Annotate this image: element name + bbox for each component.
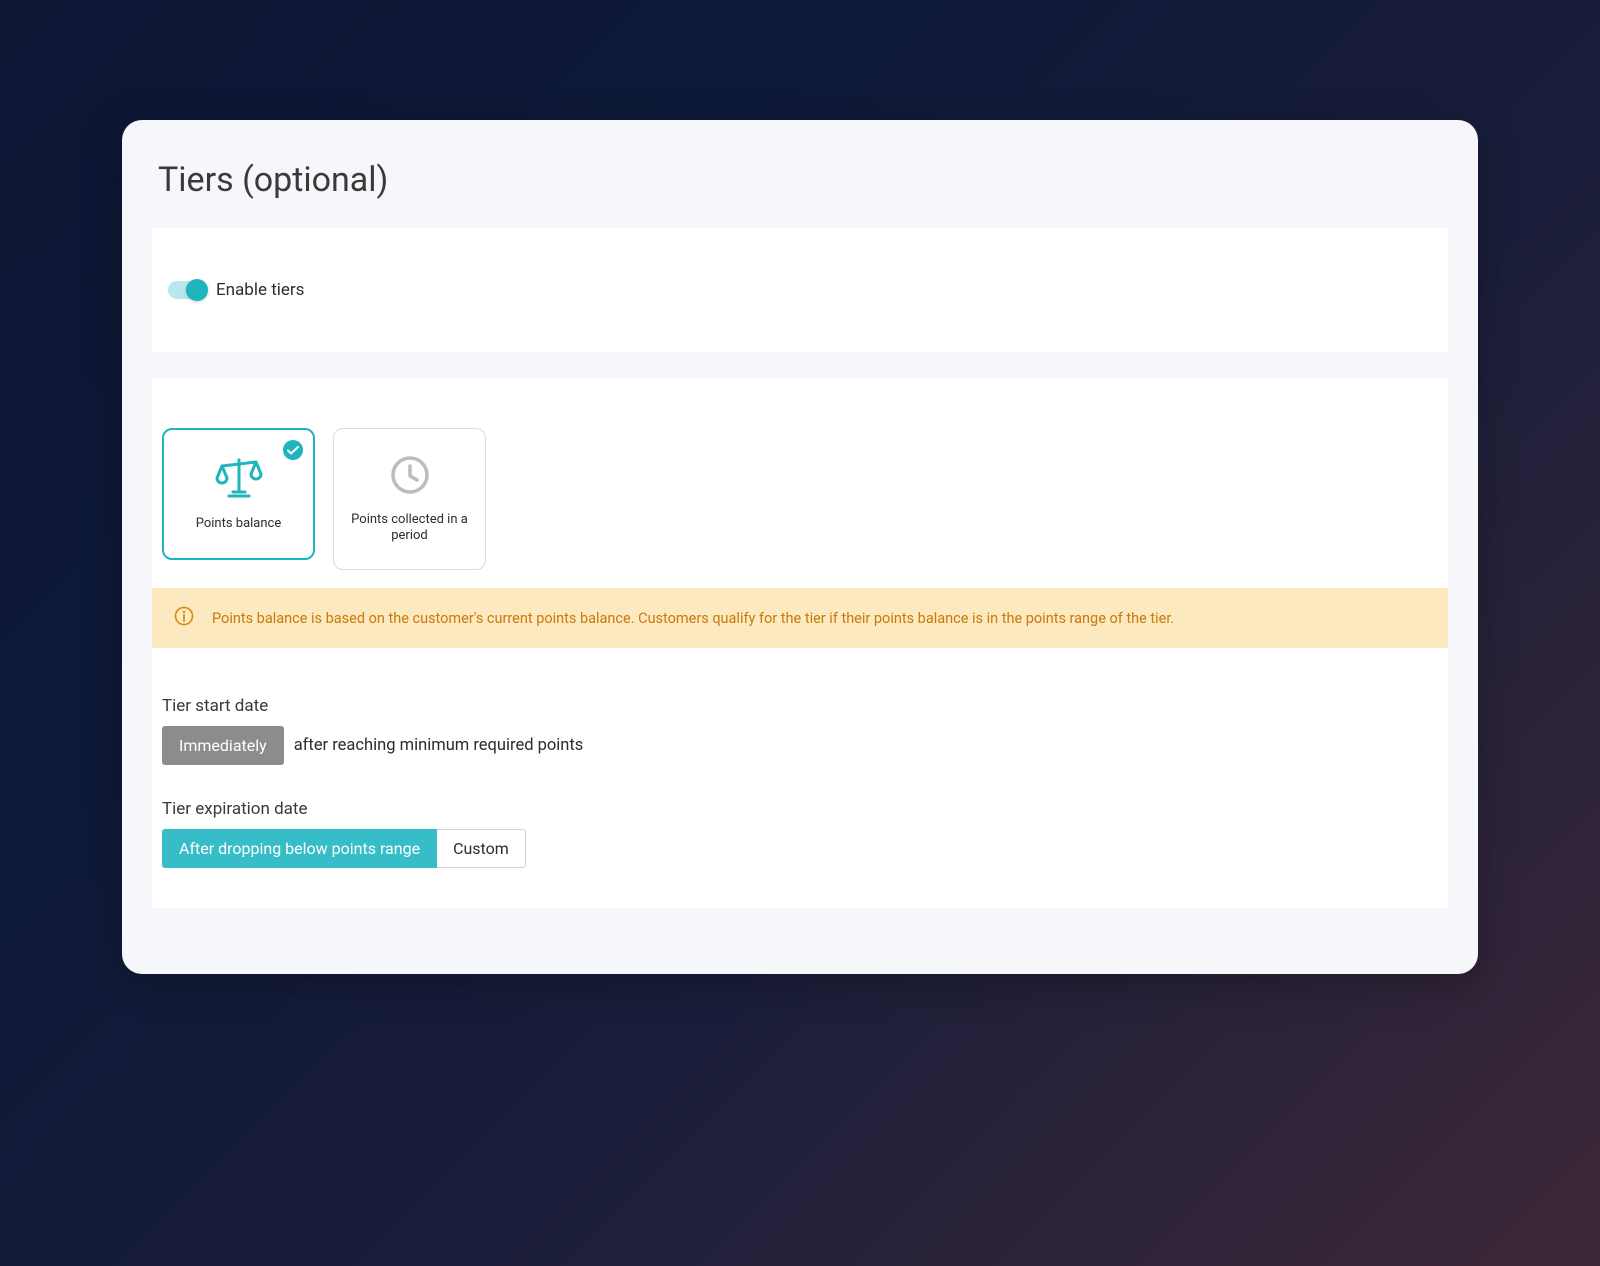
tiers-settings-card: Tiers (optional) Enable tiers xyxy=(122,120,1478,974)
enable-tiers-label: Enable tiers xyxy=(216,280,304,300)
tier-start-date-group: Tier start date Immediately after reachi… xyxy=(162,696,1438,765)
tier-start-date-label: Tier start date xyxy=(162,696,1438,716)
info-icon xyxy=(174,606,194,630)
tier-start-suffix: after reaching minimum required points xyxy=(294,736,584,755)
option-points-balance-label: Points balance xyxy=(196,516,282,532)
tiers-options-panel: Points balance Points collected in a per… xyxy=(152,378,1448,908)
scales-icon xyxy=(213,456,265,504)
tier-mode-options: Points balance Points collected in a per… xyxy=(162,428,1438,570)
immediately-button[interactable]: Immediately xyxy=(162,726,284,765)
after-dropping-button[interactable]: After dropping below points range xyxy=(162,829,437,868)
option-points-collected-label: Points collected in a period xyxy=(344,512,475,545)
enable-tiers-toggle[interactable] xyxy=(168,281,206,299)
option-points-collected[interactable]: Points collected in a period xyxy=(333,428,486,570)
tier-expiration-row: After dropping below points range Custom xyxy=(162,829,1438,868)
info-banner-text: Points balance is based on the customer'… xyxy=(212,610,1174,627)
info-banner: Points balance is based on the customer'… xyxy=(152,588,1448,648)
toggle-knob xyxy=(186,279,208,301)
enable-tiers-panel: Enable tiers xyxy=(152,228,1448,352)
tier-expiration-label: Tier expiration date xyxy=(162,799,1438,819)
page-title: Tiers (optional) xyxy=(152,160,1448,200)
clock-icon xyxy=(389,454,431,500)
option-points-balance[interactable]: Points balance xyxy=(162,428,315,560)
custom-button[interactable]: Custom xyxy=(437,829,526,868)
check-icon xyxy=(283,440,303,460)
tier-expiration-group: Tier expiration date After dropping belo… xyxy=(162,799,1438,868)
tier-start-date-row: Immediately after reaching minimum requi… xyxy=(162,726,1438,765)
